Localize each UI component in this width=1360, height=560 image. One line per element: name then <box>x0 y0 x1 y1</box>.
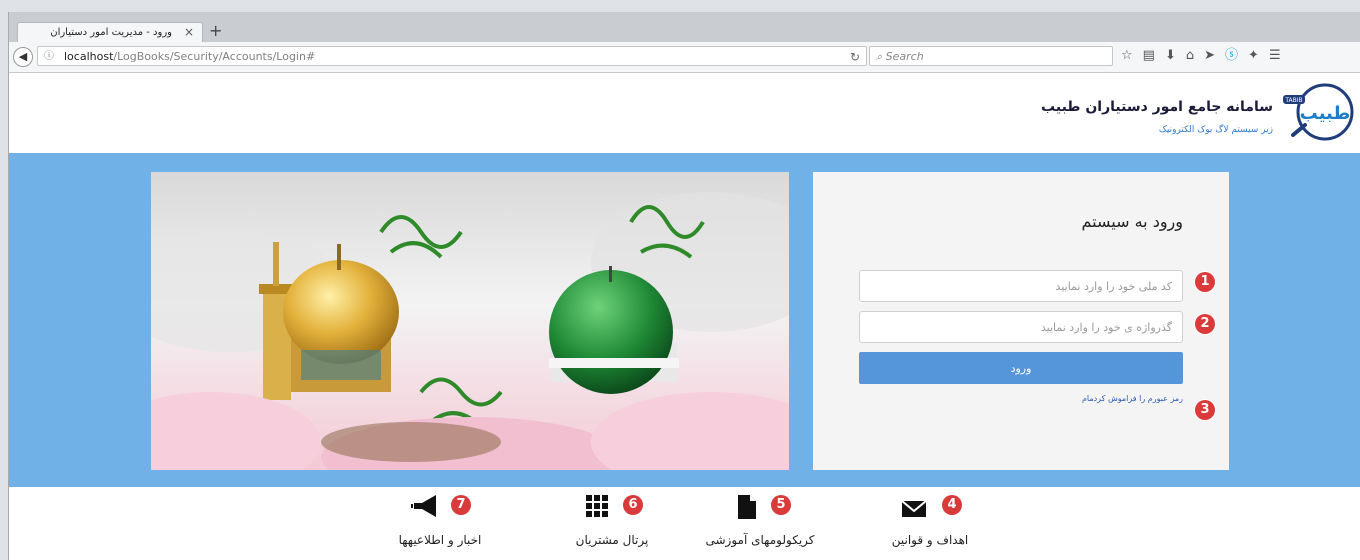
menu-icon[interactable]: ☰ <box>1269 46 1281 66</box>
skype-icon[interactable]: ⓢ <box>1225 46 1238 66</box>
site-title: سامانه جامع امور دستیاران طبیب <box>1041 99 1273 115</box>
badge-2: 2 <box>1195 314 1215 334</box>
search-icon: ⌕ <box>876 50 883 63</box>
url-path: /LogBooks/Security/Accounts/Login# <box>113 50 316 63</box>
download-icon[interactable]: ⬇ <box>1165 46 1176 66</box>
password-input[interactable] <box>859 311 1183 343</box>
home-icon[interactable]: ⌂ <box>1186 46 1194 66</box>
footer-links: 4 اهداف و قوانین 5 کریکولومهای آموزشی 6 … <box>9 487 1360 560</box>
footer-label-portal: پرتال مشتریان <box>575 533 649 547</box>
site-header: TABIB طبیب سامانه جامع امور دستیاران طبی… <box>9 73 1360 153</box>
nav-bar: ◀ ⓘ localhost/LogBooks/Security/Accounts… <box>9 42 1360 73</box>
reload-icon[interactable]: ↻ <box>850 47 860 67</box>
close-tab-icon[interactable]: × <box>184 25 194 39</box>
tabib-logo: TABIB طبیب <box>1283 83 1354 141</box>
browser-window: ورود - مدیریت امور دستیاران × + ◀ ⓘ loca… <box>8 12 1360 560</box>
badge-3: 3 <box>1195 400 1215 420</box>
footer-label-curriculum: کریکولومهای آموزشی <box>705 533 815 547</box>
grid-icon <box>586 495 608 517</box>
login-panel: ورود به سیستم ورود رمز عبورم را فراموش ک… <box>813 172 1229 470</box>
bookmark-star-icon[interactable]: ☆ <box>1121 46 1133 66</box>
browser-tab[interactable]: ورود - مدیریت امور دستیاران × <box>17 22 203 43</box>
address-bar[interactable]: ⓘ localhost/LogBooks/Security/Accounts/L… <box>37 46 867 66</box>
site-subtitle: زیر سیستم لاگ بوک الکترونیک <box>1158 125 1273 135</box>
toolbar-icons: ☆ ▤ ⬇ ⌂ ➤ ⓢ ✦ ☰ <box>1121 46 1281 66</box>
login-title: ورود به سیستم <box>1081 212 1184 231</box>
footer-label-news: اخبار و اطلاعیهها <box>398 533 482 547</box>
badge-1: 1 <box>1195 272 1215 292</box>
envelope-icon <box>901 500 927 517</box>
badge-7: 7 <box>451 495 471 515</box>
megaphone-icon <box>411 495 436 517</box>
new-tab-button[interactable]: + <box>209 22 222 40</box>
search-placeholder: Search <box>885 50 924 63</box>
extension-icon[interactable]: ✦ <box>1248 46 1259 66</box>
back-arrow-icon: ◀ <box>18 50 28 63</box>
info-icon: ⓘ <box>44 51 54 62</box>
hero-band: ورود به سیستم ورود رمز عبورم را فراموش ک… <box>9 153 1360 487</box>
badge-6: 6 <box>623 495 643 515</box>
url-host: localhost <box>64 50 114 63</box>
reading-list-icon[interactable]: ▤ <box>1143 46 1155 66</box>
svg-text:طبیب: طبیب <box>1300 103 1351 124</box>
search-box[interactable]: ⌕ Search <box>869 46 1113 66</box>
login-button[interactable]: ورود <box>859 352 1183 384</box>
badge-5: 5 <box>771 495 791 515</box>
pocket-icon[interactable]: ➤ <box>1204 46 1215 66</box>
forgot-password-link[interactable]: رمز عبورم را فراموش کردمام <box>1082 394 1183 403</box>
national-code-input[interactable] <box>859 270 1183 302</box>
badge-4: 4 <box>942 495 962 515</box>
document-icon <box>738 495 756 519</box>
tab-strip: ورود - مدیریت امور دستیاران × + <box>9 12 1360 43</box>
hero-image <box>151 172 789 470</box>
footer-label-goals: اهداف و قوانین <box>891 533 969 547</box>
back-button[interactable]: ◀ <box>13 47 33 67</box>
tab-title: ورود - مدیریت امور دستیاران <box>50 27 172 38</box>
